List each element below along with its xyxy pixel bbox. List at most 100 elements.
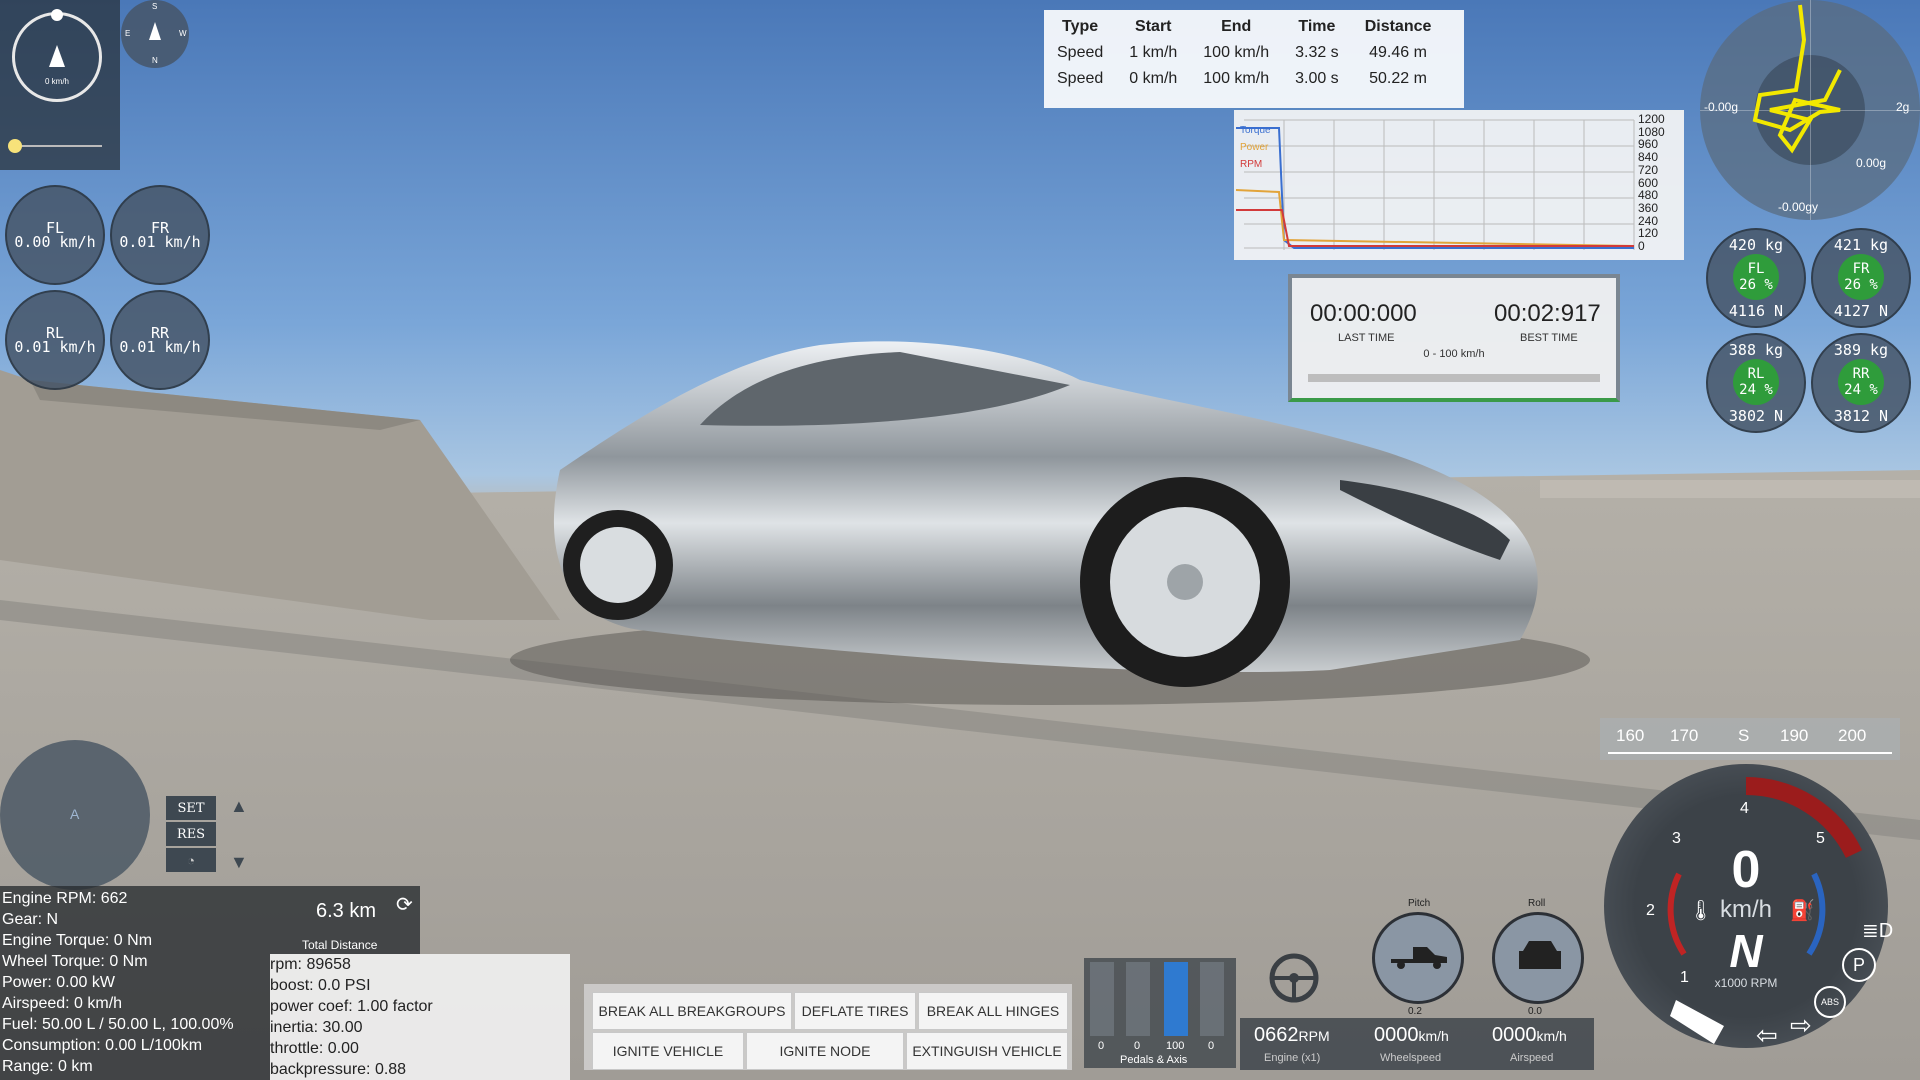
table-cell: 100 km/h [1203,44,1270,61]
column-header: End [1221,18,1252,35]
rpm-readout-label: Engine (x1) [1264,1052,1321,1064]
right-indicator-icon: ⇨ [1790,1010,1812,1040]
table-header-row: Type Start End Time Distance [1044,14,1444,40]
minimap-panel: 0 km/h [0,0,120,170]
column-header: Distance [1364,18,1432,35]
info-line: Engine RPM: 662 [2,890,128,907]
ignite-node-button[interactable]: IGNITE NODE [746,1032,904,1070]
debug-line: boost: 0.0 PSI [270,977,371,994]
table-row: Speed 0 km/h 100 km/h 3.00 s 50.22 m [1044,66,1444,92]
vehicle-info-lines: Engine RPM: 662 Gear: N Engine Torque: 0… [0,886,270,1079]
total-distance-label: Total Distance [302,938,378,952]
readouts-panel: 0662RPM Engine (x1) 0000km/h Wheelspeed … [1240,1018,1594,1070]
vehicle-info-panel: Engine RPM: 662 Gear: N Engine Torque: 0… [0,886,270,1080]
cruise-set-button[interactable]: SET [166,796,216,820]
wheel-speed-value: 0.01 km/h [14,338,96,356]
break-all-breakgroups-button[interactable]: BREAK ALL BREAKGROUPS [592,992,792,1030]
load-percent: 26 % [1844,277,1878,293]
compass: S E W N [121,0,189,68]
gforce-right-label: 2g [1896,100,1910,114]
compass-w: W [179,29,187,38]
game-viewport[interactable]: 0 km/h S E W N FL 0.00 km/h FR 0.01 km/h… [0,0,1920,1080]
break-all-hinges-button[interactable]: BREAK ALL HINGES [918,992,1068,1030]
table-cell: 1 km/h [1129,44,1178,61]
info-line: Consumption: 0.00 L/100km [2,1037,203,1054]
info-line: Wheel Torque: 0 Nm [2,953,148,970]
load-corner: FR [1852,261,1870,277]
load-kg: 388 kg [1728,341,1784,359]
speed-tape-tick: 190 [1780,726,1809,745]
table-cell: 3.00 s [1295,70,1339,87]
table-row: Speed 1 km/h 100 km/h 3.32 s 49.46 m [1044,40,1444,66]
load-percent-badge: FR 26 % [1838,254,1884,300]
pedal-value: 100 [1166,1040,1185,1052]
engine-debug-panel: rpm: 89658 boost: 0.0 PSI power coef: 1.… [270,954,570,1080]
roll-value: 0.0 [1528,1006,1542,1017]
pedals-label: Pedals & Axis [1120,1054,1188,1066]
airspeed-unit: km/h [1536,1028,1567,1044]
torque-power-graph: Torque Power RPM 1200 1080 960 840 720 6… [1234,110,1684,260]
info-line: Range: 0 km [2,1058,93,1075]
wheelspeed-label: Wheelspeed [1380,1052,1442,1064]
pitch-value: 0.2 [1408,1006,1422,1017]
load-corner: RL [1747,366,1765,382]
legend-torque: Torque [1240,125,1271,136]
radar-display: A [0,740,150,890]
airspeed-value: 0000 [1492,1024,1537,1046]
tire-load-rl: 388 kg RL 24 % 3802 N [1706,333,1806,433]
load-percent-badge: RL 24 % [1733,359,1779,405]
info-line: Fuel: 50.00 L / 50.00 L, 100.00% [2,1016,234,1033]
speed-unit: km/h [1719,896,1772,923]
cruise-up-icon[interactable]: ▲ [230,796,248,817]
y-tick: 1200 [1638,112,1665,126]
debug-line: backpressure: 0.88 [270,1061,407,1078]
cruise-resume-button[interactable]: RES [166,822,216,846]
cruise-gauge-icon[interactable]: ◔ [166,848,216,872]
reset-distance-icon[interactable]: ⟳ [396,892,413,917]
compass-n: N [152,56,158,65]
pedal-value: 0 [1098,1040,1105,1052]
load-corner: RR [1852,366,1870,382]
roll-car-icon [1519,941,1561,969]
steering-wheel-icon [1269,953,1319,1003]
wheel-speed-fr: FR 0.01 km/h [110,185,210,285]
deflate-tires-button[interactable]: DEFLATE TIRES [794,992,916,1030]
table-cell: 50.22 m [1369,70,1427,87]
parking-brake-icon: P [1842,948,1876,982]
load-percent-badge: FL 26 % [1733,254,1779,300]
extinguish-vehicle-button[interactable]: EXTINGUISH VEHICLE [906,1032,1068,1070]
ignite-vehicle-button[interactable]: IGNITE VEHICLE [592,1032,744,1070]
y-tick: 360 [1638,200,1659,215]
pitch-indicator [1372,912,1464,1004]
load-kg: 421 kg [1833,236,1889,254]
roll-indicator [1492,912,1584,1004]
graph-legend: Torque Power RPM [1240,122,1271,173]
minimap-dial: 0 km/h [12,9,102,102]
headlight-icon: ≣D [1862,920,1894,942]
wheel-speed-value: 0.01 km/h [119,233,201,251]
tire-load-fl: 420 kg FL 26 % 4116 N [1706,228,1806,328]
table-cell: Speed [1057,70,1104,87]
wheelspeed-value: 0000 [1374,1024,1419,1046]
total-distance-value: 6.3 km [316,900,377,922]
table-cell: 49.46 m [1369,44,1427,61]
gforce-bottom-label: -0.00gy [1778,200,1819,214]
column-header: Time [1298,18,1336,35]
zoom-slider-track[interactable] [10,145,102,147]
load-kg: 389 kg [1833,341,1889,359]
table-cell: 3.32 s [1295,44,1339,61]
debug-line: throttle: 0.00 [270,1040,359,1057]
fuel-icon: ⛽ [1790,900,1815,922]
best-time-label: BEST TIME [1520,332,1578,344]
wheel-speed-rl: RL 0.01 km/h [5,290,105,390]
speed-tape: 160 170 S 190 200 [1600,718,1900,760]
table-cell: Speed [1057,44,1104,61]
load-newtons: 3802 N [1728,407,1784,425]
rpm-scale-label: x1000 RPM [1714,976,1778,990]
rpm-mark: 4 [1740,800,1749,817]
cruise-down-icon[interactable]: ▼ [230,852,248,873]
load-percent: 26 % [1739,277,1773,293]
zoom-slider-handle[interactable] [8,139,22,153]
debug-line: power coef: 1.00 factor [270,998,433,1015]
wheel-speed-rr: RR 0.01 km/h [110,290,210,390]
